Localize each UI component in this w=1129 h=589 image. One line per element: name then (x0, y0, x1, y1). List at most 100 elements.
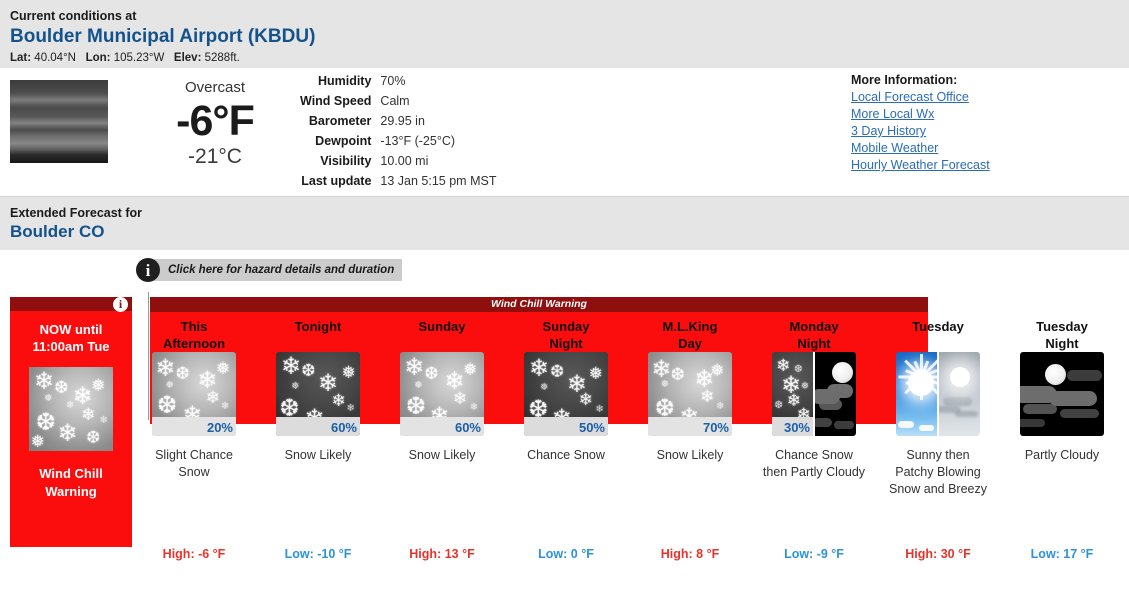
hazard-details-link[interactable]: i Click here for hazard details and dura… (136, 258, 403, 282)
forecast-period-mlking-day[interactable]: M.L.King Day ❄ ❆ ❄ ❅ ❄ ❆ ❅ ❄ ❄ 70% Snow … (628, 297, 752, 561)
station-sky-photo (10, 80, 108, 163)
info-icon: i (136, 258, 160, 282)
snow-day-icon: ❄ ❆ ❄ ❅ ❄ ❆ ❅ ❄ ❄ 70% (648, 352, 732, 436)
precip-probability: 50% (578, 420, 605, 435)
condition-text: Overcast (184, 79, 245, 96)
period-temperature: High: 30 °F (905, 547, 971, 561)
precip-probability: 20% (206, 420, 233, 435)
period-name: Tuesday (876, 297, 1000, 352)
station-coordinates: Lat: 40.04°N Lon: 105.23°W Elev: 5288ft. (10, 51, 1119, 65)
detail-key: Dewpoint (315, 134, 372, 148)
forecast-period-tuesday-night[interactable]: Tuesday Night Partly Cloudy Low: 17 °F (1000, 297, 1124, 561)
table-row: Dewpoint -13°F (-25°C) (300, 131, 496, 151)
period-name: Monday Night (752, 297, 876, 352)
period-name: Tuesday Night (1000, 297, 1124, 352)
lon-label: Lon: (85, 52, 111, 64)
hazard-now-description-line1: Wind Chill (39, 466, 103, 481)
extended-forecast-heading: Extended Forecast for (10, 206, 142, 220)
period-name: Sunday Night (504, 297, 628, 352)
link-local-forecast-office[interactable]: Local Forecast Office (851, 89, 990, 106)
link-3-day-history[interactable]: 3 Day History (851, 123, 990, 140)
forecast-period-tuesday[interactable]: Tuesday Sunny then Patchy Blowing Snow a… (876, 297, 1000, 561)
table-row: Visibility 10.00 mi (300, 151, 496, 171)
station-name: Boulder Municipal Airport (KBDU) (10, 26, 316, 47)
period-temperature: Low: -9 °F (784, 547, 844, 561)
period-name: M.L.King Day (628, 297, 752, 352)
period-name-line2: Night (549, 336, 583, 351)
table-row: Wind Speed Calm (300, 91, 496, 111)
detail-key: Humidity (317, 74, 372, 88)
hazard-tooltip-label: Click here for hazard details and durati… (154, 259, 403, 281)
table-row: Barometer 29.95 in (300, 111, 496, 131)
period-name-line2: Night (1045, 336, 1079, 351)
period-description: Partly Cloudy (1024, 448, 1100, 462)
period-name-line1: M.L.King (662, 319, 718, 334)
link-hourly-weather-forecast[interactable]: Hourly Weather Forecast (851, 157, 990, 174)
period-description: Chance Snow then Partly Cloudy (762, 448, 866, 479)
period-name-line1: Tuesday (912, 319, 964, 334)
hazard-now-description: Wind Chill Warning (10, 451, 132, 501)
forecast-period-tonight[interactable]: Tonight ❄ ❆ ❄ ❅ ❄ ❆ ❅ ❄ ❄ 60% Snow Likel… (256, 297, 380, 561)
hazard-now-top-bar: i (10, 297, 132, 312)
period-description: Sunny then Patchy Blowing Snow and Breez… (889, 448, 987, 496)
partly-cloudy-night-icon (1020, 352, 1104, 436)
hazard-now-time-line2: 11:00am Tue (32, 339, 110, 354)
hazard-now-time-line1: NOW until (39, 322, 103, 337)
period-name: Tonight (256, 297, 380, 352)
detail-value: -13°F (-25°C) (380, 134, 456, 148)
period-name-line2: Afternoon (162, 336, 226, 351)
lat-value: 40.04°N (34, 52, 76, 64)
precip-probability: 30% (783, 420, 810, 435)
info-icon[interactable]: i (113, 297, 128, 312)
temperature-celsius: -21°C (188, 145, 242, 168)
forecast-period-this-afternoon[interactable]: This Afternoon ❄ ❆ ❄ ❅ ❄ ❆ ❅ ❄ ❄ 20% Sli… (132, 297, 256, 561)
precip-probability: 70% (702, 420, 729, 435)
temperature-fahrenheit: -6°F (176, 97, 255, 145)
detail-key: Wind Speed (300, 94, 372, 108)
forecast-period-sunday-night[interactable]: Sunday Night ❄ ❆ ❄ ❅ ❄ ❆ ❅ ❄ ❄ 50% Chanc… (504, 297, 628, 561)
link-more-local-wx[interactable]: More Local Wx (851, 106, 990, 123)
detail-value: 70% (380, 74, 406, 88)
period-name: This Afternoon (132, 297, 256, 352)
period-temperature: Low: -10 °F (284, 547, 352, 561)
current-condition-block: Overcast -6°F -21°C (120, 78, 310, 170)
table-row: Last update 13 Jan 5:15 pm MST (300, 171, 496, 191)
detail-value: 10.00 mi (380, 154, 429, 168)
link-mobile-weather[interactable]: Mobile Weather (851, 140, 990, 157)
current-conditions-header: Current conditions at Boulder Municipal … (0, 0, 1129, 68)
forecast-area: Wind Chill Warning i NOW until 11:00am T… (0, 292, 1129, 564)
period-name: Sunday (380, 297, 504, 352)
period-name-line1: Sunday (418, 319, 466, 334)
period-name-line2: Night (797, 336, 831, 351)
snow-night-icon: ❄ ❆ ❄ ❅ ❄ ❆ ❅ ❄ ❄ 60% (276, 352, 360, 436)
forecast-period-sunday[interactable]: Sunday ❄ ❆ ❄ ❅ ❄ ❆ ❅ ❄ ❄ 60% Snow Likely… (380, 297, 504, 561)
snow-day-icon: ❄ ❆ ❄ ❅ ❄ ❆ ❅ ❄ ❄ 20% (152, 352, 236, 436)
elev-value: 5288ft. (204, 52, 240, 64)
period-temperature: High: -6 °F (162, 547, 226, 561)
detail-key: Barometer (308, 114, 372, 128)
forecast-period-monday-night[interactable]: Monday Night ❄ ❆ ❄ ❅ ❄ ❆ ❄ 30% Chance Sn… (752, 297, 876, 561)
period-description: Snow Likely (284, 448, 352, 462)
precip-probability: 60% (330, 420, 357, 435)
extended-forecast-header: Extended Forecast for Boulder CO (0, 197, 1129, 250)
detail-key: Visibility (320, 154, 372, 168)
lon-value: 105.23°W (113, 52, 165, 64)
snow-then-partly-cloudy-night-icon: ❄ ❆ ❄ ❅ ❄ ❆ ❄ 30% (772, 352, 856, 436)
hazard-now-column[interactable]: i NOW until 11:00am Tue ❄ ❆ ❄ ❅ ❄ ❆ ❄ ❅ … (10, 297, 132, 547)
elev-label: Elev: (173, 52, 202, 64)
snow-icon: ❄ ❆ ❄ ❅ ❄ ❆ ❄ ❅ ❄ ❆ ❄ ❅ (29, 367, 113, 451)
period-name-line1: Monday (789, 319, 839, 334)
hazard-now-description-line2: Warning (45, 484, 97, 499)
detail-value: 29.95 in (380, 114, 425, 128)
period-temperature: Low: 17 °F (1030, 547, 1094, 561)
current-conditions-heading: Current conditions at (10, 9, 137, 23)
more-information-title: More Information: (851, 73, 958, 87)
period-name-line1: Tonight (294, 319, 342, 334)
period-temperature: Low: 0 °F (538, 547, 594, 561)
sunny-then-blowing-snow-icon (896, 352, 980, 436)
snow-day-icon: ❄ ❆ ❄ ❅ ❄ ❆ ❅ ❄ ❄ 60% (400, 352, 484, 436)
detail-key: Last update (301, 174, 372, 188)
detail-value: Calm (380, 94, 410, 108)
period-description: Chance Snow (527, 448, 605, 462)
current-conditions-body: Overcast -6°F -21°C Humidity 70% Wind Sp… (0, 68, 1129, 196)
